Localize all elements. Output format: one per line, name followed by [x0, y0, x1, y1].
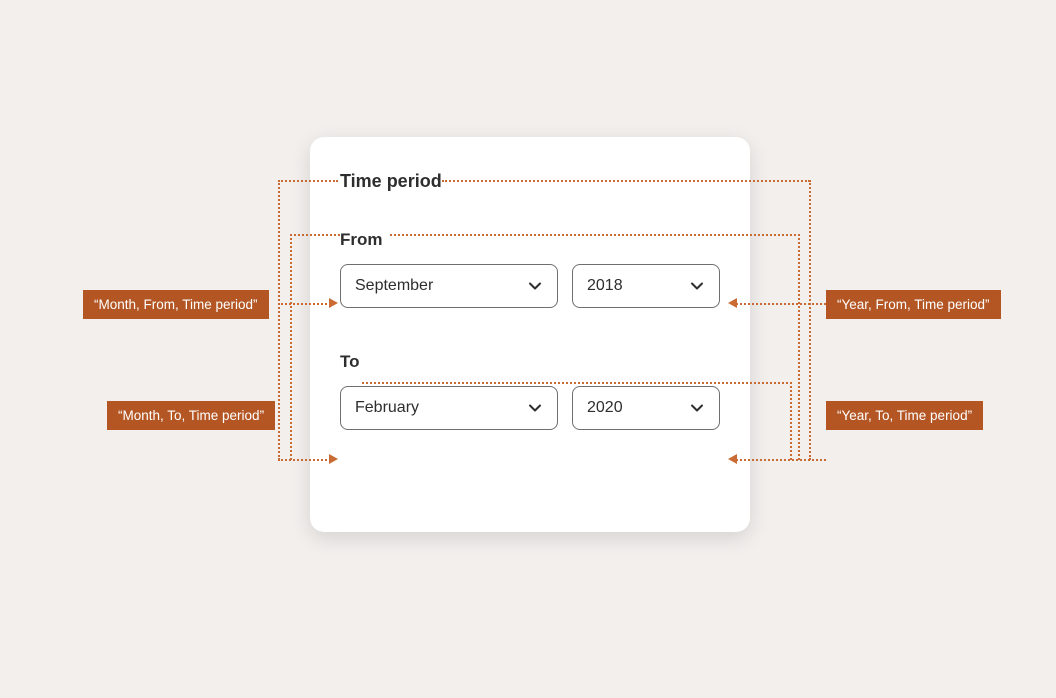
- chevron-down-icon: [689, 278, 705, 294]
- annotation-month-to: “Month, To, Time period”: [107, 401, 275, 430]
- dotted-connector: [278, 303, 331, 305]
- arrow-left-icon: [728, 298, 737, 308]
- annotation-month-from: “Month, From, Time period”: [83, 290, 269, 319]
- to-month-select[interactable]: February: [340, 386, 558, 430]
- dotted-connector: [442, 180, 810, 182]
- dotted-connector: [809, 180, 811, 460]
- to-year-value: 2020: [587, 399, 623, 417]
- dotted-connector: [362, 382, 792, 384]
- dotted-connector: [790, 382, 792, 460]
- dotted-connector: [798, 234, 800, 460]
- from-month-value: September: [355, 277, 433, 295]
- dotted-connector: [278, 180, 338, 182]
- dotted-connector: [736, 459, 826, 461]
- annotation-year-from: “Year, From, Time period”: [826, 290, 1001, 319]
- dotted-connector: [278, 459, 331, 461]
- from-group: From September 2018: [340, 230, 720, 308]
- arrow-right-icon: [329, 454, 338, 464]
- time-period-card: Time period From September 2018 To Febru…: [310, 137, 750, 532]
- dotted-connector: [278, 180, 280, 460]
- arrow-right-icon: [329, 298, 338, 308]
- from-label: From: [340, 230, 720, 250]
- to-month-value: February: [355, 399, 419, 417]
- from-month-select[interactable]: September: [340, 264, 558, 308]
- chevron-down-icon: [527, 278, 543, 294]
- to-label: To: [340, 352, 720, 372]
- dotted-connector: [290, 234, 340, 236]
- arrow-left-icon: [728, 454, 737, 464]
- to-selects-row: February 2020: [340, 386, 720, 430]
- dotted-connector: [390, 234, 800, 236]
- chevron-down-icon: [527, 400, 543, 416]
- annotation-year-to: “Year, To, Time period”: [826, 401, 983, 430]
- chevron-down-icon: [689, 400, 705, 416]
- dotted-connector: [736, 303, 826, 305]
- from-selects-row: September 2018: [340, 264, 720, 308]
- from-year-value: 2018: [587, 277, 623, 295]
- dotted-connector: [290, 234, 292, 460]
- from-year-select[interactable]: 2018: [572, 264, 720, 308]
- to-year-select[interactable]: 2020: [572, 386, 720, 430]
- to-group: To February 2020: [340, 352, 720, 430]
